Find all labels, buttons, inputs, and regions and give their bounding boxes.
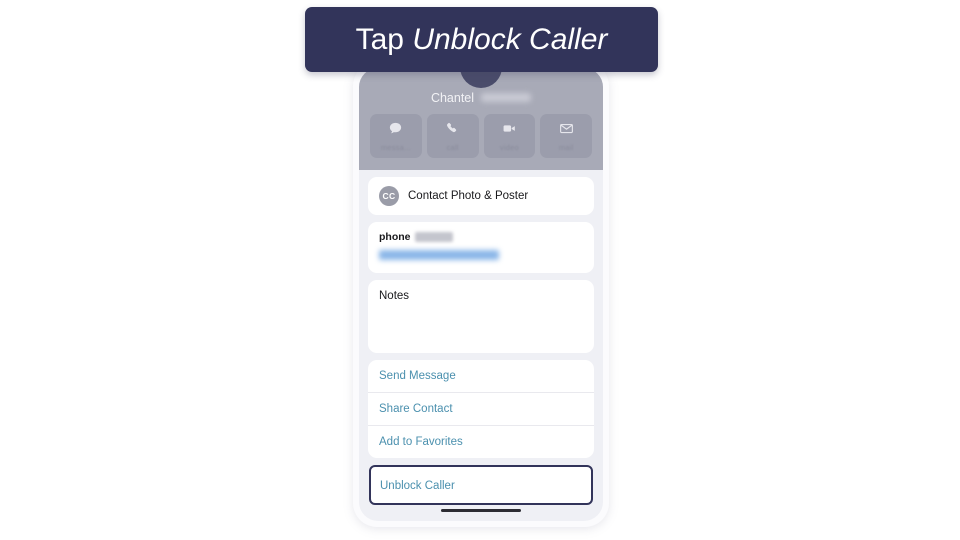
phone-handset-icon [445, 121, 460, 140]
quick-action-call[interactable]: call [426, 114, 479, 158]
phone-screen: Chantel messa... call video mail CC Cont… [359, 68, 603, 521]
envelope-icon [559, 121, 574, 140]
contact-photo-poster-label: Contact Photo & Poster [408, 190, 529, 202]
phone-mockup-frame: Chantel messa... call video mail CC Cont… [353, 62, 609, 527]
phone-number-redacted[interactable] [379, 250, 499, 260]
contact-last-name-redacted [481, 93, 532, 102]
contact-name: Chantel [359, 91, 603, 108]
message-bubble-icon [388, 121, 403, 140]
unblock-caller-action[interactable]: Unblock Caller [369, 465, 593, 505]
contact-initials-badge: CC [379, 186, 399, 206]
phone-field-badge-redacted [414, 232, 453, 242]
phone-field-label-row: phone [379, 231, 583, 243]
notes-label: Notes [379, 290, 410, 302]
quick-action-row: messa... call video mail [359, 108, 603, 162]
phone-field-label: phone [379, 231, 411, 243]
video-camera-icon [502, 121, 517, 140]
share-contact-action[interactable]: Share Contact [368, 393, 594, 426]
quick-action-mail[interactable]: mail [540, 114, 592, 158]
unblock-caller-label: Unblock Caller [380, 480, 455, 492]
instruction-prefix: Tap [355, 22, 413, 56]
contact-header: Chantel messa... call video mail [359, 68, 603, 170]
quick-action-video-label: video [499, 142, 519, 152]
quick-action-call-label: call [446, 142, 459, 152]
quick-action-message[interactable]: messa... [370, 114, 422, 158]
add-to-favorites-action[interactable]: Add to Favorites [368, 426, 594, 458]
phone-field-card[interactable]: phone [368, 222, 594, 273]
quick-action-video[interactable]: video [483, 114, 536, 158]
quick-action-message-label: messa... [380, 142, 411, 152]
instruction-banner: Tap Unblock Caller [305, 7, 658, 72]
quick-action-mail-label: mail [558, 142, 574, 152]
instruction-emphasis: Unblock Caller [412, 22, 608, 56]
home-indicator [441, 509, 521, 512]
notes-card[interactable]: Notes [368, 280, 594, 353]
instruction-text: Tap Unblock Caller [356, 23, 608, 57]
contact-first-name: Chantel [430, 91, 475, 105]
contact-action-list: Send Message Share Contact Add to Favori… [368, 360, 594, 458]
send-message-action[interactable]: Send Message [368, 360, 594, 393]
contact-photo-poster-row[interactable]: CC Contact Photo & Poster [368, 177, 594, 215]
